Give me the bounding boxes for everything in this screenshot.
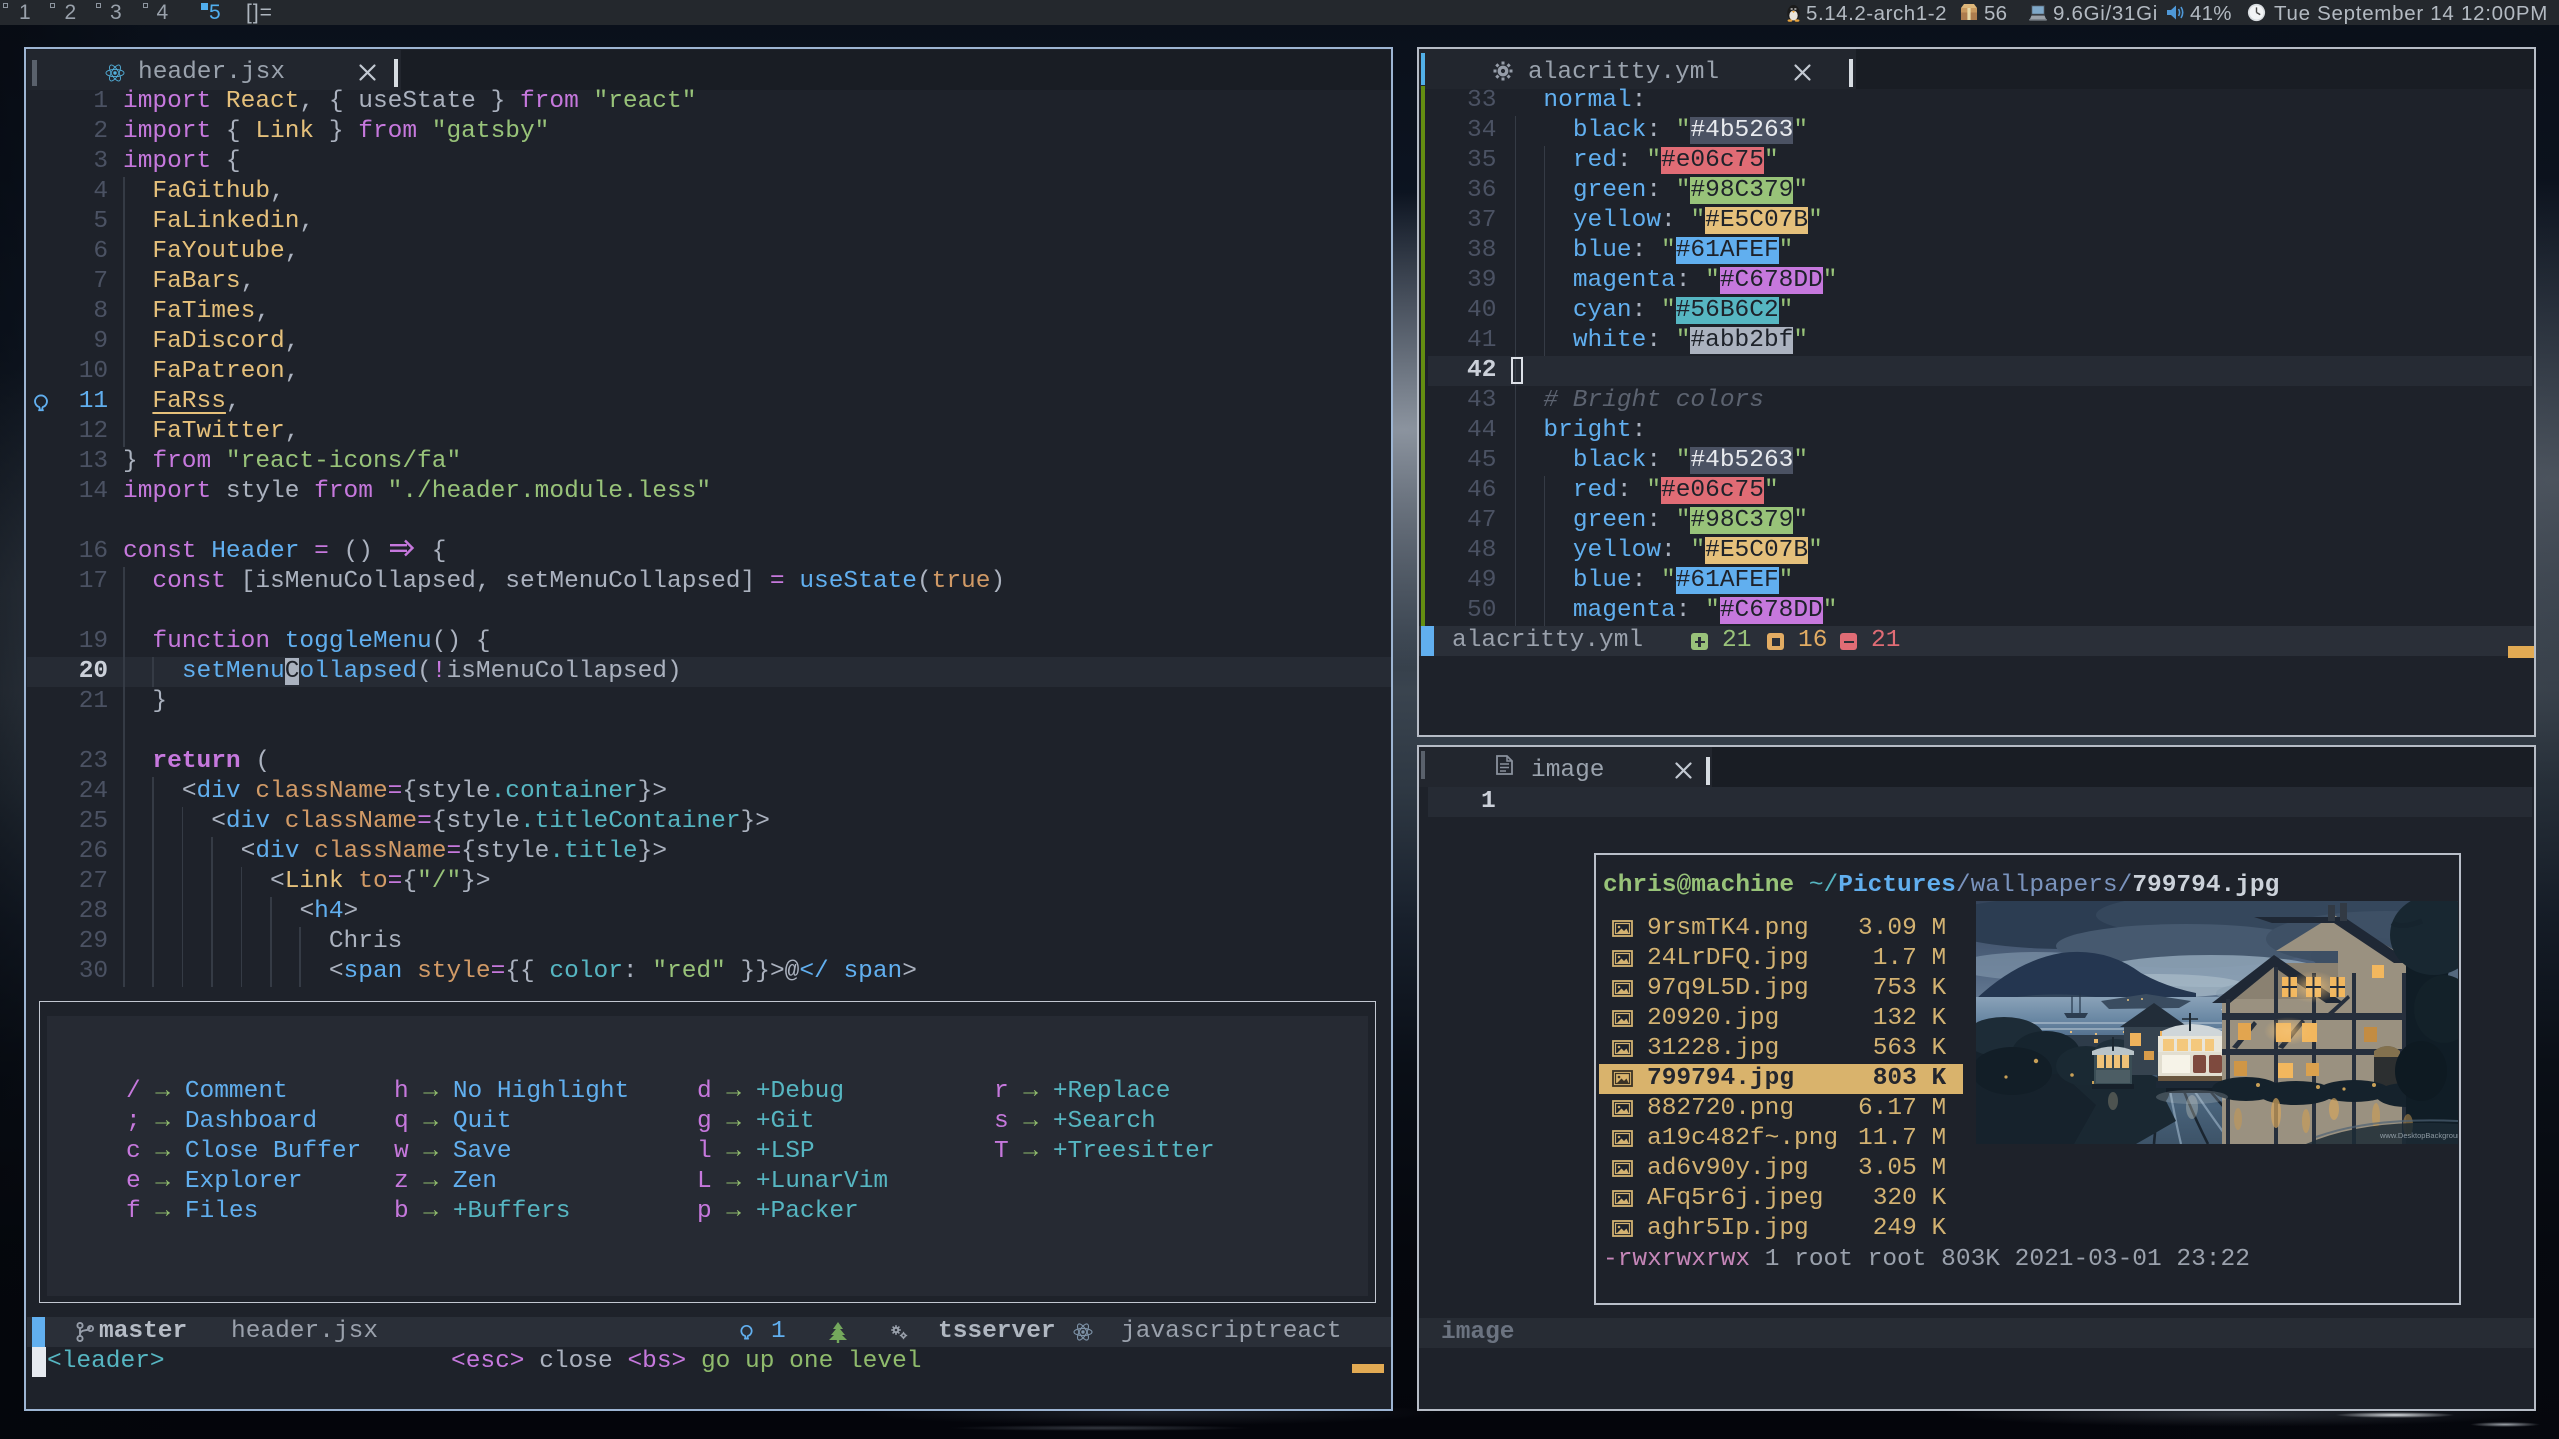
svg-text:www.DesktopBackground.org: www.DesktopBackground.org <box>2379 1131 2458 1140</box>
